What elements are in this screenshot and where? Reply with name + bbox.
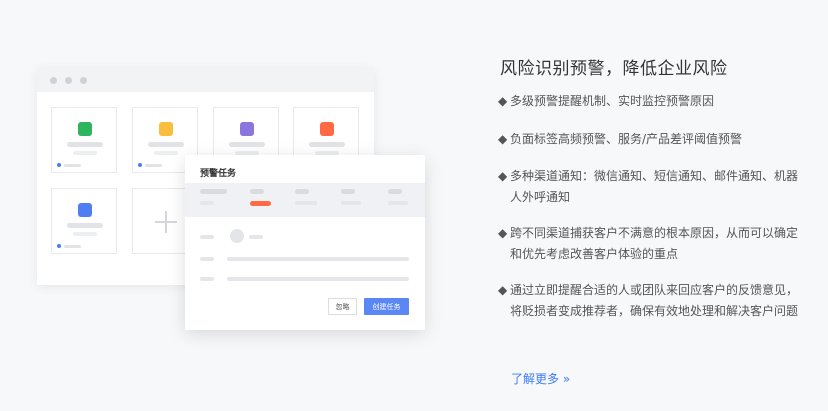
create-task-button[interactable]: 创建任务 [364, 298, 409, 315]
green-square-icon [78, 122, 92, 136]
yellow-square-icon [159, 122, 173, 136]
ignore-button[interactable]: 忽略 [328, 298, 357, 315]
window-dot-icon [80, 76, 87, 84]
section-heading: 风险识别预警，降低企业风险 [500, 59, 728, 79]
plus-icon [155, 211, 177, 233]
window-title-bar [37, 68, 374, 92]
widget-card-blue [51, 188, 117, 254]
feature-item: ◆ 通过立即提醒合适的人或团队来回应客户的反馈意见，将贬损者变成推荐者，确保有效… [498, 280, 798, 322]
feature-text: 通过立即提醒合适的人或团队来回应客户的反馈意见，将贬损者变成推荐者，确保有效地处… [510, 283, 799, 318]
diamond-bullet-icon: ◆ [498, 283, 508, 297]
dialog-title: 预警任务 [200, 169, 237, 179]
dialog-table-header [185, 183, 425, 217]
diamond-bullet-icon: ◆ [498, 169, 508, 183]
blue-square-icon [78, 203, 92, 217]
orange-square-icon [320, 122, 334, 136]
learn-more-link[interactable]: 了解更多 » [511, 370, 570, 387]
feature-text: 跨不同渠道捕获客户不满意的根本原因，从而可以确定和优先考虑改善客户体验的重点 [510, 226, 799, 261]
diamond-bullet-icon: ◆ [498, 94, 508, 108]
alert-task-dialog: 预警任务 忽略 创建任务 [185, 155, 425, 330]
diamond-bullet-icon: ◆ [498, 226, 508, 240]
feature-text: 负面标签高频预警、服务/产品差评阈值预警 [510, 132, 743, 146]
diamond-bullet-icon: ◆ [498, 132, 508, 146]
feature-item: ◆ 多级预警提醒机制、实时监控预警原因 [498, 91, 798, 112]
purple-square-icon [240, 122, 254, 136]
feature-item: ◆ 跨不同渠道捕获客户不满意的根本原因，从而可以确定和优先考虑改善客户体验的重点 [498, 223, 798, 265]
window-dot-icon [65, 76, 72, 84]
feature-text: 多级预警提醒机制、实时监控预警原因 [510, 94, 715, 108]
feature-item: ◆ 多种渠道通知：微信通知、短信通知、邮件通知、机器人外呼通知 [498, 166, 798, 208]
feature-item: ◆ 负面标签高频预警、服务/产品差评阈值预警 [498, 129, 798, 150]
avatar-placeholder [230, 229, 244, 243]
feature-text: 多种渠道通知：微信通知、短信通知、邮件通知、机器人外呼通知 [510, 169, 799, 204]
active-tab-indicator [250, 201, 271, 206]
window-dot-icon [50, 76, 57, 84]
widget-card-green [51, 107, 117, 173]
